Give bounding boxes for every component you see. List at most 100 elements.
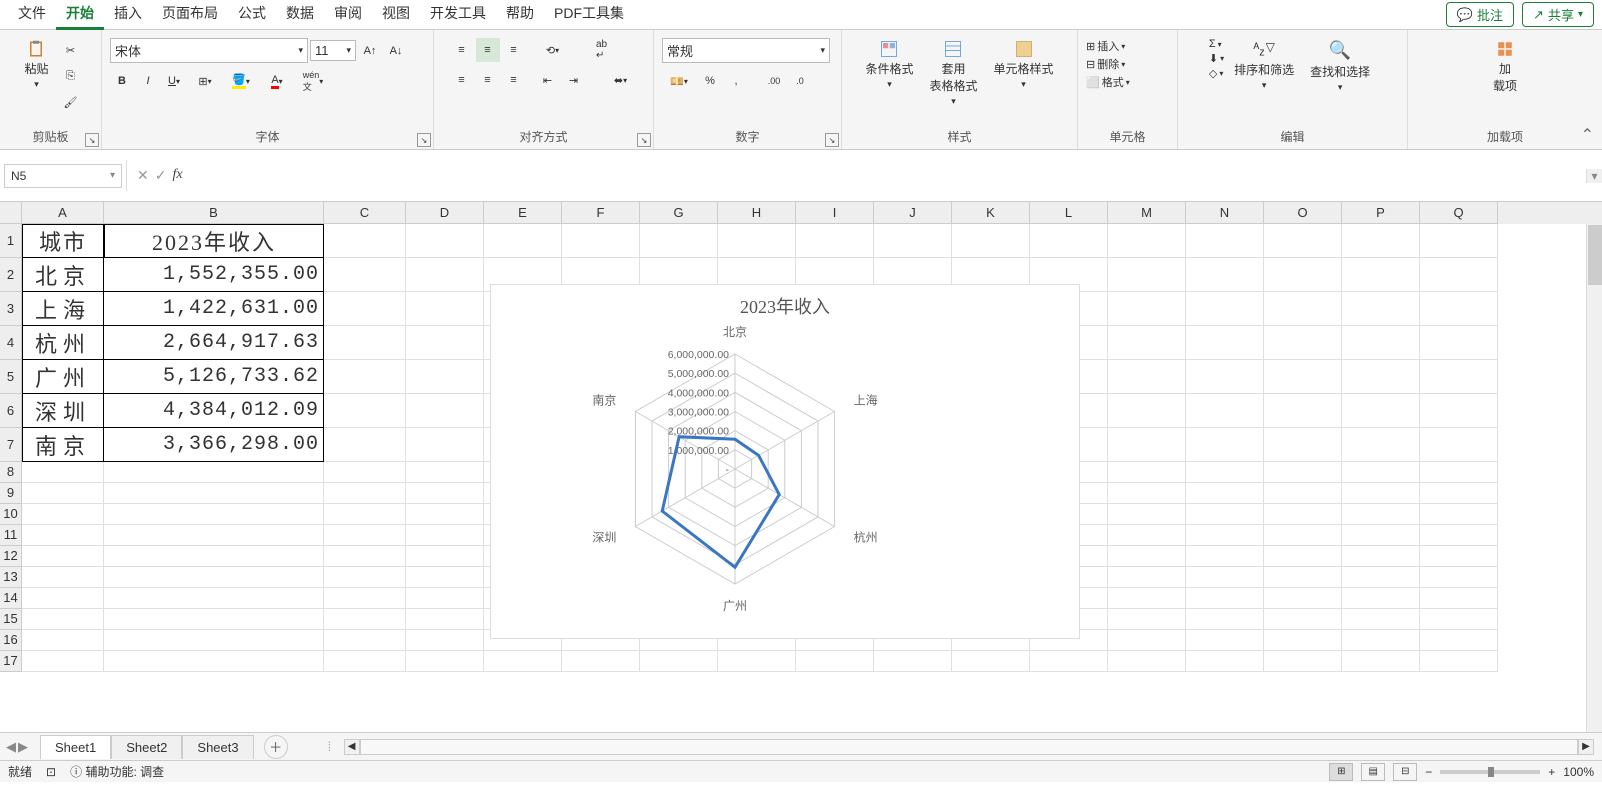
cell-M7[interactable] [1108,428,1186,462]
cell-D6[interactable] [406,394,484,428]
font-name-combo[interactable]: 宋体▾ [110,38,308,63]
number-format-combo[interactable]: 常规▾ [662,38,830,63]
menu-item-7[interactable]: 视图 [372,0,420,30]
cell-O4[interactable] [1264,326,1342,360]
cell-A3[interactable]: 上海 [22,292,104,326]
cell-B8[interactable] [104,462,324,483]
normal-view-button[interactable]: ⊞ [1329,763,1353,781]
cell-N12[interactable] [1186,546,1264,567]
cell-C4[interactable] [324,326,406,360]
row-header-9[interactable]: 9 [0,483,22,504]
cell-O2[interactable] [1264,258,1342,292]
cell-D7[interactable] [406,428,484,462]
font-launcher[interactable]: ↘ [417,133,431,147]
row-header-7[interactable]: 7 [0,428,22,462]
cell-M17[interactable] [1108,651,1186,672]
cell-K17[interactable] [952,651,1030,672]
decrease-font-button[interactable]: A↓ [384,39,408,63]
col-header-C[interactable]: C [324,202,406,224]
cell-A9[interactable] [22,483,104,504]
col-header-M[interactable]: M [1108,202,1186,224]
row-header-4[interactable]: 4 [0,326,22,360]
fx-button[interactable]: fx [172,167,182,184]
cell-N13[interactable] [1186,567,1264,588]
row-header-1[interactable]: 1 [0,224,22,258]
cell-P10[interactable] [1342,504,1420,525]
cell-Q9[interactable] [1420,483,1498,504]
cell-Q8[interactable] [1420,462,1498,483]
zoom-slider[interactable] [1440,770,1540,774]
indent-button[interactable]: ⇥ [562,68,586,92]
cell-O6[interactable] [1264,394,1342,428]
orientation-button[interactable]: ⟲▾ [536,38,570,62]
cell-P7[interactable] [1342,428,1420,462]
cell-D3[interactable] [406,292,484,326]
cell-D17[interactable] [406,651,484,672]
row-header-13[interactable]: 13 [0,567,22,588]
zoom-in-button[interactable]: + [1548,765,1555,779]
cell-D14[interactable] [406,588,484,609]
percent-button[interactable]: % [698,69,722,93]
cell-O12[interactable] [1264,546,1342,567]
cell-K1[interactable] [952,224,1030,258]
cell-N11[interactable] [1186,525,1264,546]
clear-button[interactable]: ◇▾ [1209,67,1224,80]
row-header-3[interactable]: 3 [0,292,22,326]
cell-D15[interactable] [406,609,484,630]
cell-B4[interactable]: 2,664,917.63 [104,326,324,360]
row-header-6[interactable]: 6 [0,394,22,428]
cell-O5[interactable] [1264,360,1342,394]
cell-D4[interactable] [406,326,484,360]
cell-B6[interactable]: 4,384,012.09 [104,394,324,428]
cell-A15[interactable] [22,609,104,630]
zoom-value[interactable]: 100% [1563,765,1594,779]
cell-P6[interactable] [1342,394,1420,428]
hscroll-left[interactable]: ◀ [344,739,360,755]
menu-item-4[interactable]: 公式 [228,0,276,30]
cell-L1[interactable] [1030,224,1108,258]
cell-N17[interactable] [1186,651,1264,672]
cell-Q17[interactable] [1420,651,1498,672]
cell-A4[interactable]: 杭州 [22,326,104,360]
cell-A6[interactable]: 深圳 [22,394,104,428]
cell-C2[interactable] [324,258,406,292]
accounting-button[interactable]: 💴▾ [662,69,696,93]
cell-Q7[interactable] [1420,428,1498,462]
menu-item-5[interactable]: 数据 [276,0,324,30]
increase-font-button[interactable]: A↑ [358,39,382,63]
col-header-G[interactable]: G [640,202,718,224]
col-header-P[interactable]: P [1342,202,1420,224]
cell-Q5[interactable] [1420,360,1498,394]
cell-G1[interactable] [640,224,718,258]
menu-item-2[interactable]: 插入 [104,0,152,30]
cell-P9[interactable] [1342,483,1420,504]
menu-item-0[interactable]: 文件 [8,0,56,30]
cell-J1[interactable] [874,224,952,258]
insert-cells-button[interactable]: ⊞插入▾ [1086,38,1125,54]
cell-O13[interactable] [1264,567,1342,588]
cell-N3[interactable] [1186,292,1264,326]
merge-button[interactable]: ⬌▾ [604,68,638,92]
cell-N14[interactable] [1186,588,1264,609]
add-sheet-button[interactable]: ＋ [264,735,288,759]
cell-Q12[interactable] [1420,546,1498,567]
table-format-button[interactable]: 套用 表格格式▾ [923,38,983,109]
cell-M1[interactable] [1108,224,1186,258]
addin-button[interactable]: 加 载项 [1487,38,1523,96]
page-layout-view-button[interactable]: ▤ [1361,763,1385,781]
hscroll-right[interactable]: ▶ [1578,739,1594,755]
cell-C9[interactable] [324,483,406,504]
align-center-button[interactable]: ≡ [476,68,500,92]
cell-O7[interactable] [1264,428,1342,462]
cancel-formula-button[interactable]: ✕ [137,167,149,184]
cell-O14[interactable] [1264,588,1342,609]
cell-C14[interactable] [324,588,406,609]
cell-M5[interactable] [1108,360,1186,394]
cell-M3[interactable] [1108,292,1186,326]
col-header-D[interactable]: D [406,202,484,224]
col-header-O[interactable]: O [1264,202,1342,224]
cell-P17[interactable] [1342,651,1420,672]
cell-A17[interactable] [22,651,104,672]
cell-C13[interactable] [324,567,406,588]
cell-N4[interactable] [1186,326,1264,360]
